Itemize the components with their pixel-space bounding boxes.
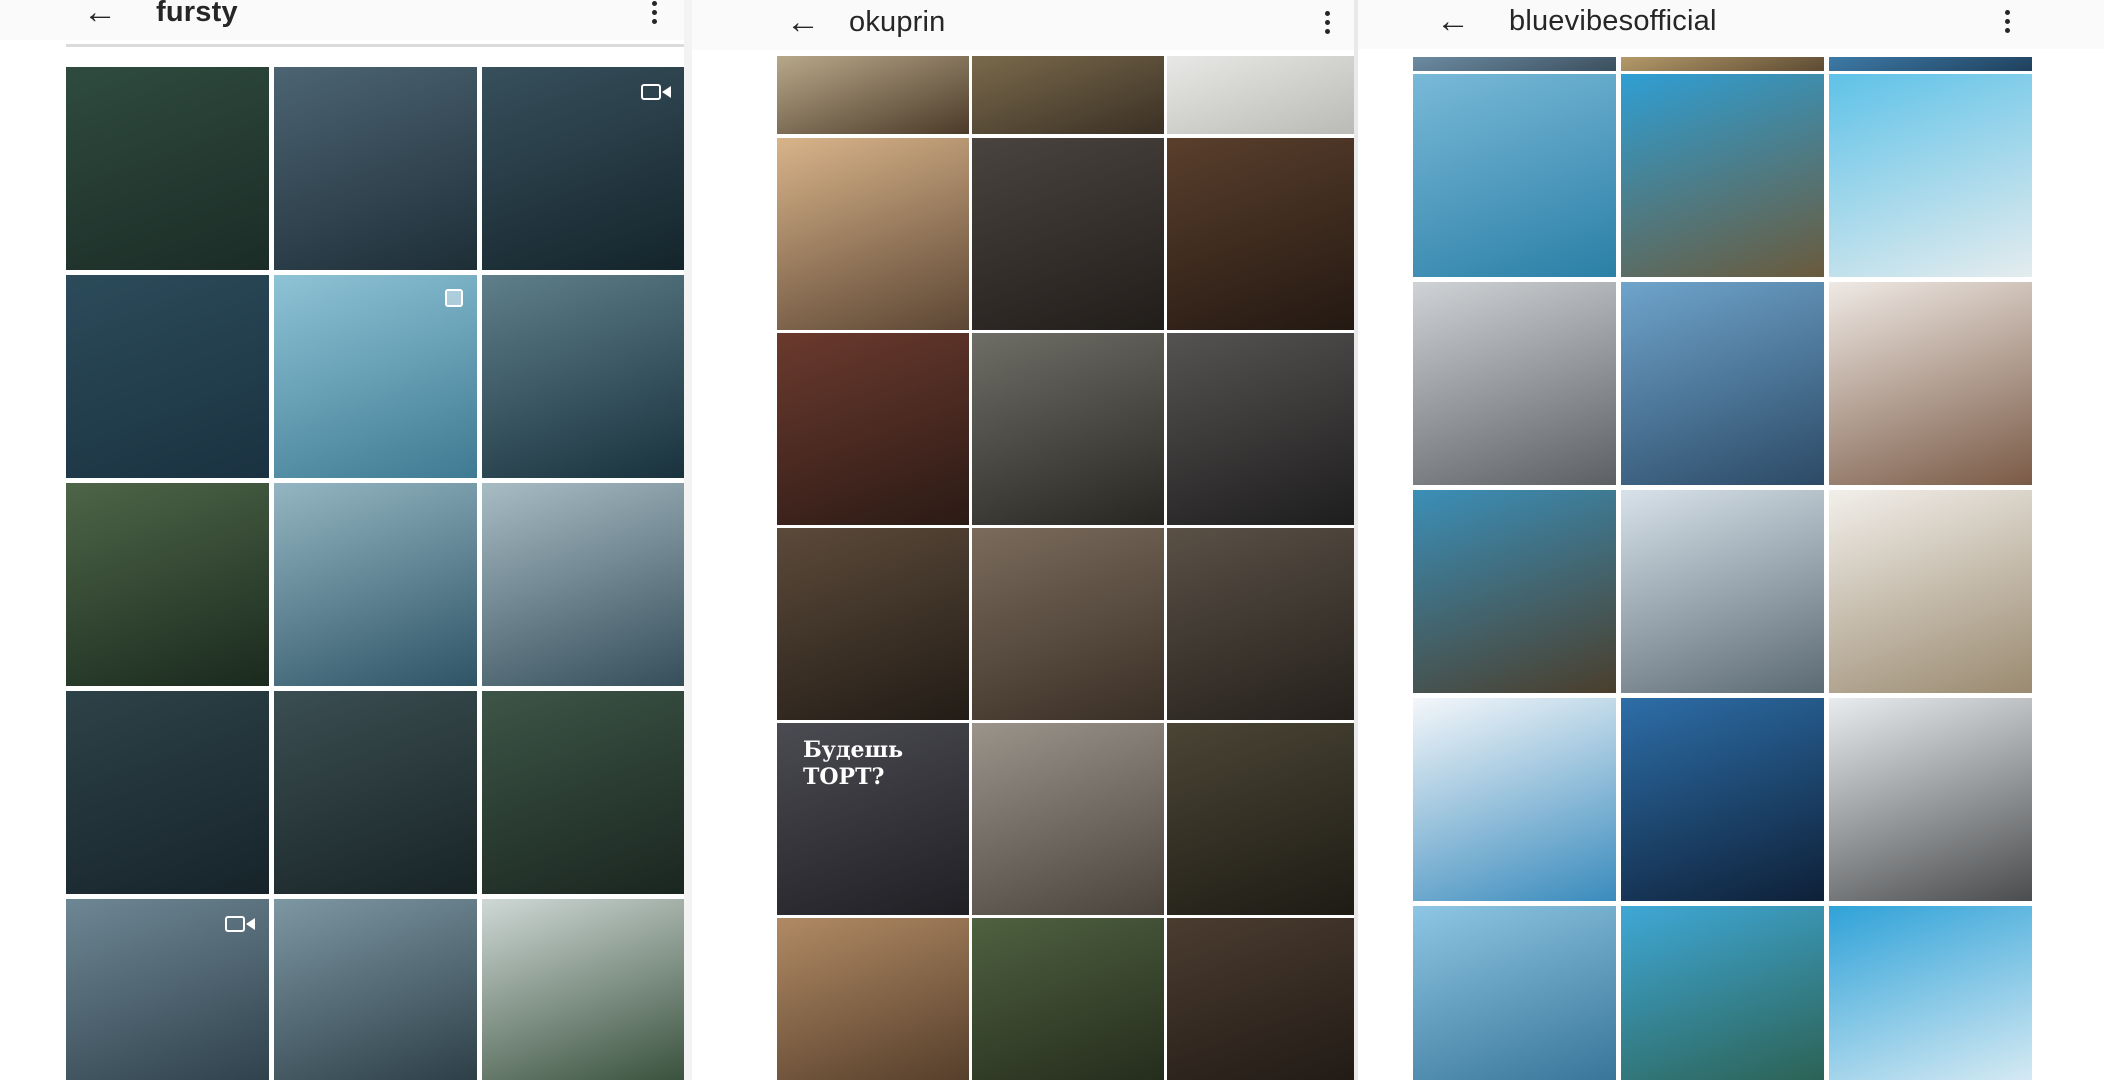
photo-thumbnail[interactable] <box>66 483 269 686</box>
top-app-bar: ← fursty <box>0 0 685 40</box>
photo-thumbnail[interactable] <box>777 528 969 720</box>
photo-thumbnail[interactable] <box>1167 56 1355 134</box>
photo-grid: Будешь ТОРТ? <box>777 138 1355 1080</box>
photo-thumbnail[interactable] <box>1829 282 2032 485</box>
photo-thumbnail[interactable] <box>1621 698 1824 901</box>
username-title: fursty <box>156 0 238 28</box>
photo-thumbnail[interactable] <box>1621 490 1824 693</box>
photo-thumbnail[interactable] <box>972 138 1164 330</box>
profile-screen-fursty: ← fursty <box>0 0 685 1080</box>
photo-thumbnail[interactable] <box>972 528 1164 720</box>
photo-thumbnail[interactable] <box>1167 138 1355 330</box>
username-title: bluevibesofficial <box>1509 4 1717 37</box>
photo-thumbnail[interactable] <box>1621 57 1824 71</box>
photo-thumbnail[interactable] <box>1829 906 2032 1080</box>
video-camera-icon <box>225 913 255 935</box>
photo-thumbnail[interactable] <box>274 899 477 1080</box>
multiple-photos-icon <box>433 289 463 311</box>
photo-thumbnail[interactable] <box>1413 906 1616 1080</box>
photo-thumbnail[interactable] <box>66 899 269 1080</box>
arrow-back-icon[interactable]: ← <box>1425 0 1481 49</box>
photo-thumbnail[interactable] <box>1829 698 2032 901</box>
photo-thumbnail[interactable] <box>274 67 477 270</box>
top-app-bar: ← bluevibesofficial <box>1355 0 2104 49</box>
photo-thumbnail[interactable] <box>1167 918 1355 1080</box>
photo-thumbnail[interactable] <box>66 275 269 478</box>
photo-thumbnail[interactable] <box>274 275 477 478</box>
photo-thumbnail[interactable] <box>1413 282 1616 485</box>
top-app-bar: ← okuprin <box>685 0 1355 50</box>
arrow-back-icon[interactable]: ← <box>775 0 831 50</box>
photo-thumbnail[interactable] <box>1829 490 2032 693</box>
photo-thumbnail[interactable] <box>482 67 685 270</box>
photo-thumbnail[interactable] <box>777 918 969 1080</box>
screen-separator <box>684 0 692 1080</box>
header-divider <box>66 44 684 47</box>
photo-thumbnail[interactable] <box>972 333 1164 525</box>
username-title: okuprin <box>849 5 946 38</box>
photo-thumbnail[interactable] <box>1413 74 1616 277</box>
photo-thumbnail[interactable] <box>972 723 1164 915</box>
photo-thumbnail[interactable] <box>1413 57 1616 71</box>
photo-thumbnail[interactable] <box>777 333 969 525</box>
photo-overlay-text: Будешь ТОРТ? <box>803 737 904 790</box>
photo-thumbnail[interactable] <box>66 691 269 894</box>
photo-thumbnail[interactable]: Будешь ТОРТ? <box>777 723 969 915</box>
photo-thumbnail[interactable] <box>777 56 969 134</box>
photo-grid-top-row <box>777 56 1355 134</box>
photo-thumbnail[interactable] <box>482 483 685 686</box>
photo-thumbnail[interactable] <box>1621 282 1824 485</box>
photo-thumbnail[interactable] <box>1829 57 2032 71</box>
photo-thumbnail[interactable] <box>777 138 969 330</box>
photo-grid-top-row <box>1413 57 2033 71</box>
photo-thumbnail[interactable] <box>66 67 269 270</box>
screen-separator <box>1354 0 1358 1080</box>
photo-thumbnail[interactable] <box>1167 723 1355 915</box>
photo-thumbnail[interactable] <box>972 918 1164 1080</box>
profile-screen-bluevibesofficial: ← bluevibesofficial <box>1355 0 2104 1080</box>
photo-grid <box>1413 74 2033 1080</box>
photo-thumbnail[interactable] <box>1829 74 2032 277</box>
collage-canvas: ← fursty ← okuprin Будешь ТОРТ? ← bluevi… <box>0 0 2104 1080</box>
photo-thumbnail[interactable] <box>482 899 685 1080</box>
photo-grid <box>66 67 685 1080</box>
photo-thumbnail[interactable] <box>1167 528 1355 720</box>
photo-thumbnail[interactable] <box>482 691 685 894</box>
photo-thumbnail[interactable] <box>1167 333 1355 525</box>
arrow-back-icon[interactable]: ← <box>72 0 128 40</box>
photo-thumbnail[interactable] <box>1413 490 1616 693</box>
photo-thumbnail[interactable] <box>274 691 477 894</box>
profile-screen-okuprin: ← okuprin Будешь ТОРТ? <box>685 0 1355 1080</box>
photo-thumbnail[interactable] <box>1621 906 1824 1080</box>
more-vertical-icon[interactable] <box>1987 0 2027 49</box>
photo-thumbnail[interactable] <box>1413 698 1616 901</box>
photo-thumbnail[interactable] <box>274 483 477 686</box>
photo-thumbnail[interactable] <box>972 56 1164 134</box>
photo-thumbnail[interactable] <box>1621 74 1824 277</box>
photo-thumbnail[interactable] <box>482 275 685 478</box>
video-camera-icon <box>641 81 671 103</box>
more-vertical-icon[interactable] <box>1307 0 1347 50</box>
more-vertical-icon[interactable] <box>634 0 674 40</box>
